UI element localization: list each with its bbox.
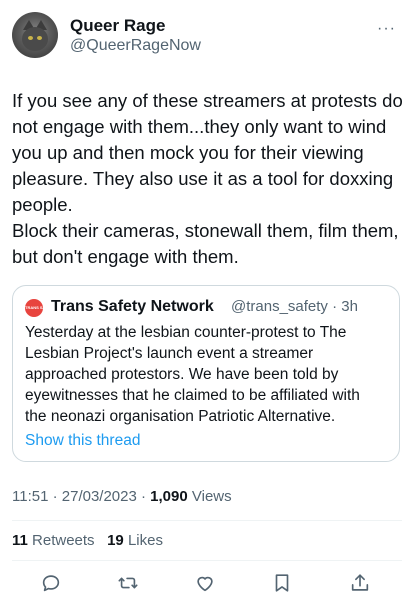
- reply-icon[interactable]: [40, 572, 66, 598]
- show-thread-link[interactable]: Show this thread: [25, 432, 140, 450]
- views-label: Views: [187, 488, 232, 505]
- cat-face: [22, 27, 48, 51]
- tweet-timestamp: 11:51 · 27/03/2023 · 1,090 Views: [12, 488, 232, 505]
- cat-eye-left: [28, 36, 33, 40]
- time-date[interactable]: 11:51 · 27/03/2023 ·: [12, 488, 150, 505]
- quoted-avatar: TRANS SAFETY: [25, 299, 56, 317]
- like-icon[interactable]: [194, 572, 220, 598]
- divider: [12, 520, 402, 521]
- retweets-stat[interactable]: 11 Retweets: [12, 532, 95, 549]
- bookmark-icon[interactable]: [271, 572, 297, 598]
- likes-label: Likes: [127, 532, 163, 549]
- avatar[interactable]: [12, 12, 58, 58]
- quoted-tweet-text: Yesterday at the lesbian counter-protest…: [25, 324, 360, 425]
- quoted-author-name: Trans Safety Network: [51, 298, 214, 315]
- cat-eye-right: [37, 36, 42, 40]
- author-handle[interactable]: @QueerRageNow: [70, 36, 201, 56]
- divider: [12, 560, 402, 561]
- retweets-count: 11: [12, 532, 28, 549]
- engagement-stats: 11 Retweets 19 Likes: [12, 532, 163, 549]
- likes-count: 19: [107, 532, 124, 549]
- retweets-label: Retweets: [32, 532, 95, 549]
- quoted-author-meta: @trans_safety · 3h: [231, 298, 358, 315]
- tweet-header: Queer Rage @QueerRageNow ···: [12, 12, 402, 62]
- action-bar: [0, 572, 414, 598]
- share-icon[interactable]: [349, 572, 375, 598]
- author-names: Queer Rage @QueerRageNow: [70, 16, 201, 56]
- tweet-text: If you see any of these streamers at pro…: [12, 90, 403, 267]
- more-options-icon[interactable]: ···: [377, 20, 396, 38]
- quoted-tweet[interactable]: TRANS SAFETY Trans Safety Network @trans…: [12, 285, 400, 462]
- author-display-name[interactable]: Queer Rage: [70, 16, 201, 36]
- views-count: 1,090: [150, 488, 188, 505]
- retweet-icon[interactable]: [117, 572, 143, 598]
- likes-stat[interactable]: 19 Likes: [107, 532, 163, 549]
